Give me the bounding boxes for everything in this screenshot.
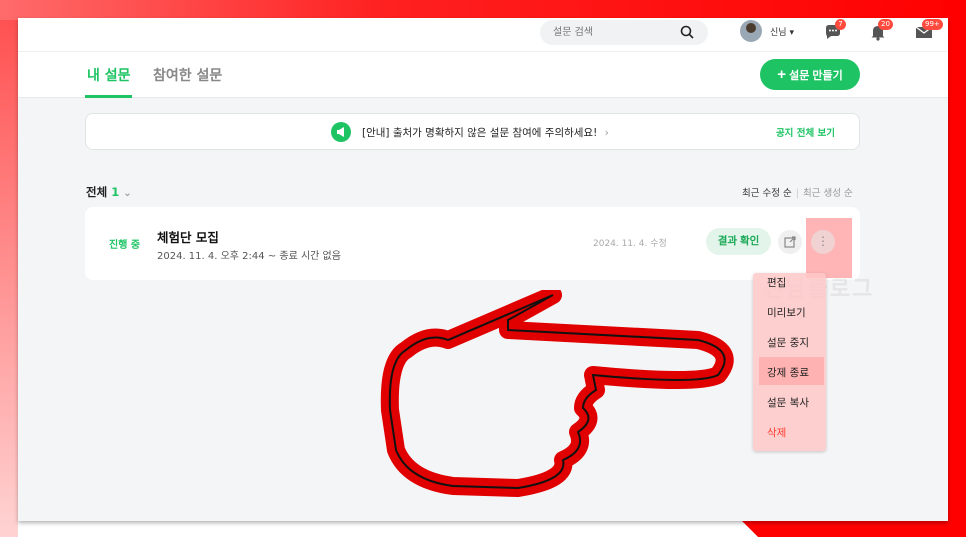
search-input[interactable] <box>540 20 660 45</box>
menu-item-copy[interactable]: 설문 복사 <box>767 395 809 410</box>
status-badge: 진행 중 <box>109 240 141 251</box>
user-menu[interactable]: 신님 ▾ <box>770 25 794 38</box>
sort-recent-created[interactable]: 최근 생성 순 <box>803 188 853 199</box>
modified-date: 2024. 11. 4. 수정 <box>593 239 667 249</box>
avatar[interactable] <box>740 20 762 42</box>
sort-divider: | <box>795 188 799 199</box>
sort-recent-modified[interactable]: 최근 수정 순 <box>742 188 792 199</box>
search-box[interactable] <box>540 20 708 45</box>
app-page: 신님 ▾ 7 20 99+ 내 설문 참여한 설문 <box>18 18 948 521</box>
chevron-down-icon: ⌄ <box>123 188 132 199</box>
menu-item-force-end[interactable]: 강제 종료 <box>767 365 809 380</box>
caret-down-icon: ▾ <box>789 28 794 38</box>
chevron-right-icon: › <box>604 127 609 139</box>
survey-period: 2024. 11. 4. 오후 2:44 ~ 종료 시간 없음 <box>157 251 341 262</box>
more-options-menu: 편집 미리보기 설문 중지 강제 종료 설문 복사 삭제 <box>753 273 826 451</box>
search-icon[interactable] <box>680 25 694 39</box>
more-options-button[interactable]: ⋮ <box>811 230 835 254</box>
filter-label: 전체 <box>86 185 108 199</box>
notice-message: [안내] 출처가 명확하지 않은 설문 참여에 주의하세요! <box>362 127 598 139</box>
megaphone-icon <box>331 122 351 142</box>
frame-top <box>0 0 966 20</box>
username: 신님 <box>770 28 787 38</box>
pointing-hand-annotation <box>380 290 734 497</box>
survey-card[interactable]: 진행 중 체험단 모집 2024. 11. 4. 오후 2:44 ~ 종료 시간… <box>85 207 860 280</box>
view-all-notices-link[interactable]: 공지 전체 보기 <box>776 125 835 139</box>
notice-banner[interactable]: [안내] 출처가 명확하지 않은 설문 참여에 주의하세요! › 공지 전체 보… <box>85 113 860 150</box>
menu-item-edit[interactable]: 편집 <box>767 275 786 290</box>
mail-button[interactable]: 99+ <box>914 19 943 42</box>
chat-button[interactable]: 7 <box>823 19 846 42</box>
external-link-icon <box>784 236 796 248</box>
active-tab-indicator <box>85 95 132 98</box>
tab-my-surveys[interactable]: 내 설문 <box>87 65 131 85</box>
sort-options: 최근 수정 순 | 최근 생성 순 <box>742 185 853 199</box>
view-results-button[interactable]: 결과 확인 <box>706 228 771 255</box>
top-header: 신님 ▾ 7 20 99+ <box>18 18 948 52</box>
menu-item-stop[interactable]: 설문 중지 <box>767 335 809 350</box>
chat-badge: 7 <box>835 19 846 30</box>
notice-text[interactable]: [안내] 출처가 명확하지 않은 설문 참여에 주의하세요! › <box>362 125 609 140</box>
notification-button[interactable]: 20 <box>868 19 893 42</box>
frame-left <box>0 0 18 537</box>
plus-icon: + <box>777 66 787 83</box>
bell-badge: 20 <box>878 19 893 30</box>
survey-title[interactable]: 체험단 모집 <box>157 227 219 246</box>
share-button[interactable] <box>778 230 802 254</box>
menu-item-delete[interactable]: 삭제 <box>767 425 786 440</box>
filter-dropdown[interactable]: 전체 1 ⌄ <box>86 184 132 200</box>
tab-participated-surveys[interactable]: 참여한 설문 <box>153 65 222 85</box>
menu-item-preview[interactable]: 미리보기 <box>767 305 806 320</box>
mail-badge: 99+ <box>922 19 943 30</box>
filter-count: 1 <box>111 185 120 199</box>
tab-bar: 내 설문 참여한 설문 + 설문 만들기 <box>18 52 948 98</box>
create-survey-label: 설문 만들기 <box>789 70 843 82</box>
more-vertical-icon: ⋮ <box>817 234 829 248</box>
frame-bottom <box>740 519 966 537</box>
create-survey-button[interactable]: + 설문 만들기 <box>760 59 860 90</box>
